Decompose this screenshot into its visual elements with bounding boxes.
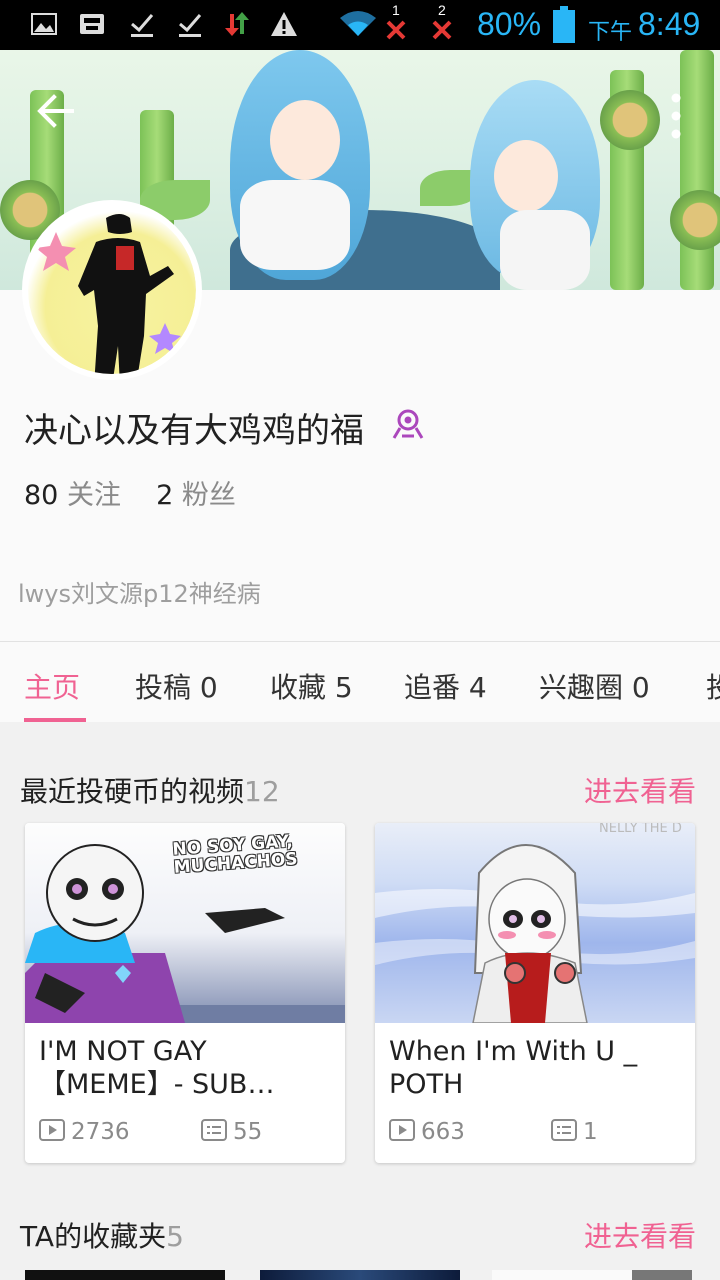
thumbnail-caption: NELLY THE D xyxy=(599,823,682,836)
video-title[interactable]: I'M NOT GAY 【MEME】- SUB… xyxy=(39,1035,329,1101)
video-card[interactable]: NELLY THE D When I'm With U _ POTH 663 1 xyxy=(375,823,695,1163)
wifi-icon xyxy=(340,11,376,36)
danmaku-icon xyxy=(551,1119,577,1141)
favorite-folder-thumb[interactable] xyxy=(25,1270,225,1280)
video-thumbnail[interactable]: NELLY THE D xyxy=(375,823,695,1023)
sync-arrows-icon xyxy=(225,12,249,36)
signature: lwys刘文源p12神经病 xyxy=(18,580,261,608)
video-card[interactable]: NO SOY GAY, MUCHACHOS I'M NOT GAY 【MEME】… xyxy=(25,823,345,1163)
status-bar: 1 2 80% 下午 8:49 xyxy=(0,0,720,50)
tab-submissions[interactable]: 投稿 0 xyxy=(135,666,218,706)
following-label[interactable]: 关注 xyxy=(67,480,121,511)
bamboo-ring xyxy=(600,90,660,150)
coin-section-title: 最近投硬币的视频12 xyxy=(20,770,280,810)
fav-section-label: TA的收藏夹 xyxy=(20,1220,167,1253)
following-count[interactable]: 80 xyxy=(24,480,58,511)
favorite-folder-thumb[interactable] xyxy=(260,1270,460,1280)
tab-coins[interactable]: 投 xyxy=(706,666,720,706)
time-ampm: 下午 xyxy=(588,19,633,44)
home-content: 最近投硬币的视频12 进去看看 NO SOY GAY, MUCHACHOS I'… xyxy=(0,722,720,1280)
download-done-icon-2 xyxy=(179,14,202,37)
no-signal-icon xyxy=(386,20,406,40)
play-count: 663 xyxy=(421,1119,465,1145)
more-vert-icon[interactable] xyxy=(656,86,696,146)
no-signal-icon-2 xyxy=(432,20,452,40)
badge-icon[interactable] xyxy=(390,406,426,442)
character-face-2 xyxy=(494,140,558,212)
play-icon xyxy=(389,1119,415,1141)
fav-section-count: 5 xyxy=(166,1220,184,1253)
clock: 8:49 xyxy=(638,6,701,42)
bamboo-ring xyxy=(670,190,720,250)
tab-home[interactable]: 主页 xyxy=(24,666,80,706)
avatar[interactable] xyxy=(22,200,202,380)
character-body-2 xyxy=(500,210,590,290)
danmaku-count: 1 xyxy=(583,1119,598,1145)
battery-icon xyxy=(553,6,575,43)
danmaku-icon xyxy=(201,1119,227,1141)
play-count: 2736 xyxy=(71,1119,130,1145)
fav-section-more-link[interactable]: 进去看看 xyxy=(584,1215,696,1255)
follow-stats: 80 关注 2 粉丝 xyxy=(24,473,236,512)
profile-tabs: 主页 投稿 0 收藏 5 追番 4 兴趣圈 0 投 xyxy=(0,641,720,722)
tab-circles[interactable]: 兴趣圈 0 xyxy=(539,666,650,706)
back-arrow-icon[interactable] xyxy=(30,86,80,136)
warning-icon xyxy=(271,12,297,36)
character-face xyxy=(270,100,340,180)
sim1-label: 1 xyxy=(392,2,400,18)
image-icon xyxy=(31,13,57,35)
coin-section-more-link[interactable]: 进去看看 xyxy=(584,770,696,810)
coin-section-label: 最近投硬币的视频 xyxy=(20,775,245,808)
tab-bangumi[interactable]: 追番 4 xyxy=(404,666,487,706)
coin-section-count: 12 xyxy=(244,775,280,808)
battery-percent: 80% xyxy=(477,6,542,42)
danmaku-count: 55 xyxy=(233,1119,263,1145)
sim2-label: 2 xyxy=(438,2,446,18)
avatar-figure-icon xyxy=(36,214,181,374)
video-title[interactable]: When I'm With U _ POTH xyxy=(389,1035,679,1101)
fav-section-title: TA的收藏夹5 xyxy=(20,1215,184,1255)
download-done-icon xyxy=(131,14,154,37)
tab-favorites[interactable]: 收藏 5 xyxy=(270,666,353,706)
storage-icon xyxy=(80,14,104,34)
nickname: 决心以及有大鸡鸡的福 xyxy=(24,411,364,451)
video-thumbnail[interactable]: NO SOY GAY, MUCHACHOS xyxy=(25,823,345,1023)
favorite-folder-thumb[interactable] xyxy=(492,1270,692,1280)
thumbnail-art-icon xyxy=(375,823,695,1023)
character-body xyxy=(240,180,350,270)
followers-count[interactable]: 2 xyxy=(156,480,173,511)
play-icon xyxy=(39,1119,65,1141)
followers-label[interactable]: 粉丝 xyxy=(182,480,236,511)
